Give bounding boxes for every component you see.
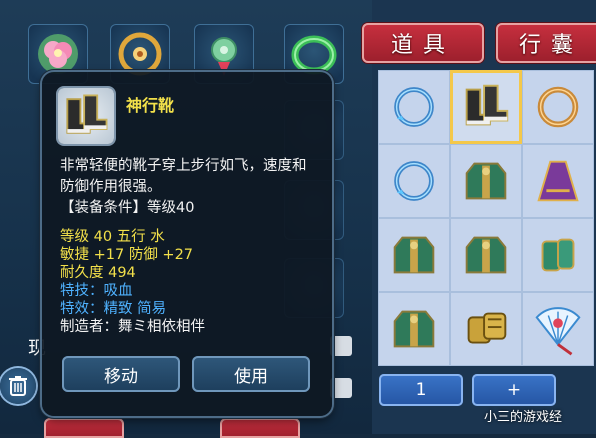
- bronze-ring-icon: [537, 86, 579, 128]
- quantity-value: 1: [415, 380, 427, 400]
- tooltip-description: 非常轻便的靴子穿上步行如飞，速度和防御作用很强。 【装备条件】等级40: [60, 156, 320, 219]
- trash-button[interactable]: [0, 368, 36, 404]
- plus-label: +: [506, 380, 522, 400]
- tab-bag-label: 行囊: [518, 33, 583, 58]
- use-button[interactable]: 使用: [192, 356, 310, 392]
- quantity-field[interactable]: 1: [379, 374, 463, 406]
- green-armor-icon: [465, 162, 507, 200]
- plus-button[interactable]: +: [472, 374, 556, 406]
- blue-ring-icon: [394, 161, 434, 201]
- use-button-label: 使用: [234, 366, 268, 387]
- bottom-tab-2[interactable]: [220, 418, 300, 438]
- bag-slot[interactable]: [522, 292, 594, 366]
- green-armor-icon: [393, 236, 435, 274]
- bag-slot[interactable]: [522, 70, 594, 144]
- item-tooltip: 神行靴 非常轻便的靴子穿上步行如飞，速度和防御作用很强。 【装备条件】等级40 …: [42, 72, 332, 416]
- green-armor-icon: [393, 310, 435, 348]
- stat-durability: 耐久度 494: [60, 265, 136, 281]
- bag-slot[interactable]: [378, 144, 450, 218]
- green-bracer-icon: [541, 238, 575, 272]
- bag-slot[interactable]: [450, 218, 522, 292]
- bag-slot[interactable]: [522, 144, 594, 218]
- tab-items-label: 道具: [390, 33, 455, 58]
- stat-level-element: 等级 40 五行 水: [60, 229, 165, 245]
- bag-slot[interactable]: [450, 144, 522, 218]
- input-strip-bottom: [330, 378, 352, 398]
- bag-slot[interactable]: [378, 218, 450, 292]
- bag-slot[interactable]: [522, 218, 594, 292]
- watermark: 小三的游戏经: [484, 410, 563, 425]
- bag-grid: [378, 70, 594, 366]
- input-strip-top: [330, 336, 352, 356]
- tab-bag[interactable]: 行囊: [496, 23, 596, 63]
- bottom-tab-1[interactable]: [44, 418, 124, 438]
- tooltip-description-text: 非常轻便的靴子穿上步行如飞，速度和防御作用很强。: [60, 158, 307, 195]
- blue-ring-icon: [394, 87, 434, 127]
- boots-icon: [465, 84, 509, 126]
- move-button-label: 移动: [104, 366, 138, 387]
- tooltip-requirement: 【装备条件】等级40: [60, 200, 195, 216]
- bag-slot[interactable]: [450, 292, 522, 366]
- gold-gauntlet-icon: [467, 312, 507, 344]
- tooltip-item-icon: [58, 88, 114, 144]
- trash-icon: [9, 376, 27, 396]
- stat-effect: 特效：精致 简易: [60, 301, 167, 317]
- stat-agility-defense: 敏捷 +17 防御 +27: [60, 247, 194, 263]
- stat-skill: 特技：吸血: [60, 283, 133, 299]
- purple-skirt-icon: [537, 160, 579, 202]
- stat-maker: 制造者：舞ミ相依相伴: [60, 319, 205, 335]
- tooltip-item-name: 神行靴: [126, 96, 175, 115]
- bag-slot[interactable]: [378, 292, 450, 366]
- bag-slot[interactable]: [378, 70, 450, 144]
- tab-items[interactable]: 道具: [362, 23, 484, 63]
- feather-fan-icon: [535, 307, 581, 356]
- boots-icon: [66, 94, 108, 134]
- move-button[interactable]: 移动: [62, 356, 180, 392]
- bag-slot-selected[interactable]: [450, 70, 522, 144]
- green-armor-icon: [465, 236, 507, 274]
